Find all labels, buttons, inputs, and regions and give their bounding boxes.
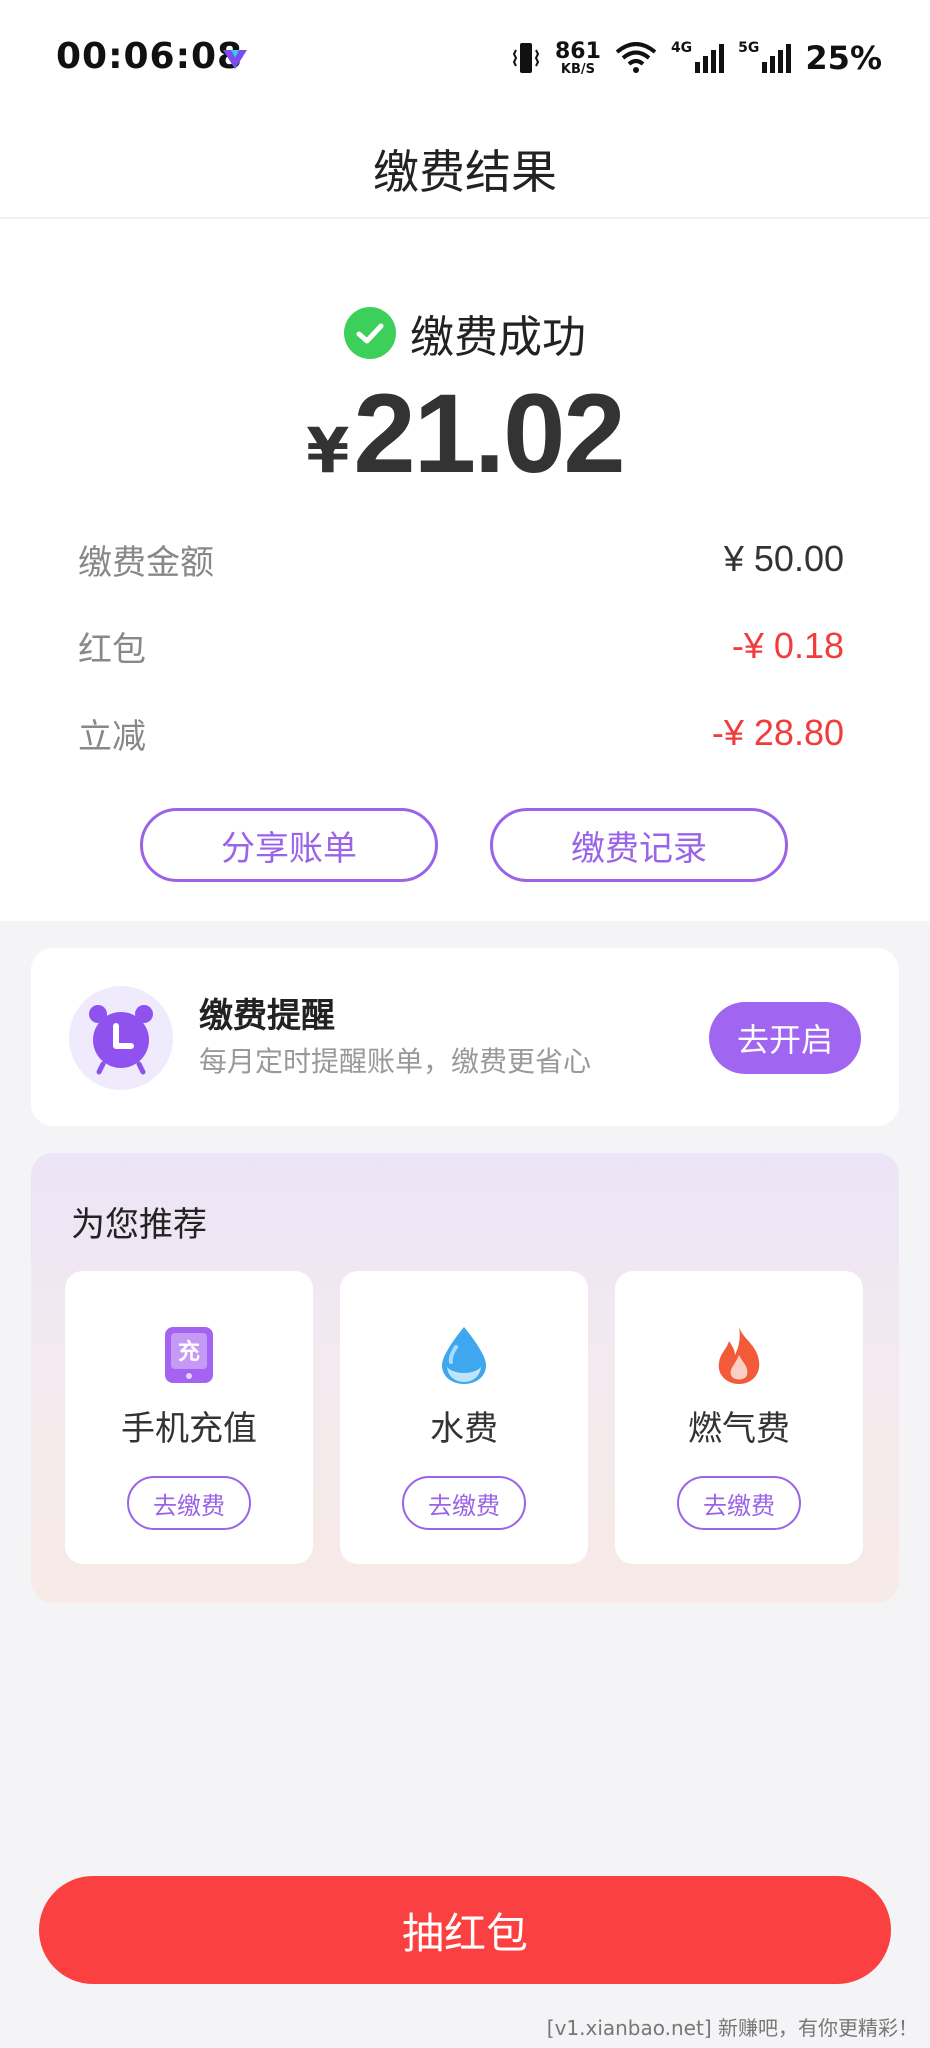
app-notification-icon — [223, 50, 247, 69]
detail-label: 红包 — [78, 629, 146, 670]
signal-4g-icon — [695, 44, 725, 73]
paid-amount: ¥ 21.02 — [0, 369, 930, 498]
recommend-name: 水费 — [430, 1409, 498, 1449]
payment-records-button[interactable]: 缴费记录 — [490, 808, 788, 882]
network-5g-label: 5G — [738, 40, 760, 56]
success-status: 缴费成功 — [0, 301, 930, 365]
recommend-title: 为您推荐 — [71, 1205, 207, 1245]
detail-row-discount: 立减 -¥ 28.80 — [78, 708, 844, 758]
flame-icon — [718, 1327, 760, 1384]
water-drop-icon — [442, 1327, 486, 1384]
recommend-section: 为您推荐 充 手机充值 去缴费 水费 去缴费 燃气费 去缴费 — [31, 1153, 899, 1603]
recommend-name: 手机充值 — [121, 1409, 257, 1449]
amount-currency: ¥ — [306, 414, 350, 487]
enable-reminder-button[interactable]: 去开启 — [709, 1002, 861, 1074]
detail-row-payment-amount: 缴费金额 ¥ 50.00 — [78, 534, 844, 584]
recommend-card-water[interactable]: 水费 去缴费 — [340, 1271, 588, 1564]
page-title: 缴费结果 — [373, 145, 557, 199]
go-pay-button[interactable]: 去缴费 — [402, 1476, 526, 1530]
success-text: 缴费成功 — [410, 312, 586, 363]
go-pay-button[interactable]: 去缴费 — [677, 1476, 801, 1530]
status-indicators: 861 KB/S 4G 5G 25% — [511, 38, 882, 78]
page-header: 缴费结果 — [0, 116, 930, 218]
network-4g-label: 4G — [670, 40, 693, 56]
detail-value: -¥ 0.18 — [731, 625, 844, 666]
detail-label: 缴费金额 — [78, 542, 214, 583]
watermark-note: [v1.xianbao.net] 新赚吧，有你更精彩！ — [546, 2016, 918, 2040]
wifi-icon — [615, 42, 657, 73]
status-bar: 00:06:08 861 KB/S 4G 5G 25% — [0, 0, 930, 116]
detail-value: -¥ 28.80 — [711, 712, 844, 753]
vibrate-icon — [512, 43, 540, 73]
detail-row-red-packet: 红包 -¥ 0.18 — [78, 621, 844, 671]
recommend-card-gas[interactable]: 燃气费 去缴费 — [615, 1271, 863, 1564]
reminder-avatar — [69, 986, 173, 1090]
network-speed-unit: KB/S — [560, 61, 596, 77]
draw-red-packet-button[interactable]: 抽红包 — [39, 1876, 891, 1984]
amount-value: 21.02 — [353, 371, 625, 496]
payment-result-card: 缴费成功 ¥ 21.02 缴费金额 ¥ 50.00 红包 -¥ 0.18 立减 … — [0, 219, 930, 921]
network-speed: 861 KB/S — [555, 38, 601, 77]
svg-text:充: 充 — [178, 1339, 200, 1365]
go-pay-button[interactable]: 去缴费 — [127, 1476, 251, 1530]
detail-value: ¥ 50.00 — [723, 538, 844, 579]
detail-label: 立减 — [78, 716, 146, 757]
reminder-subtitle: 每月定时提醒账单，缴费更省心 — [199, 1045, 592, 1078]
signal-5g-icon — [762, 44, 792, 73]
battery-level: 25% — [805, 39, 882, 77]
recommend-card-phone-recharge[interactable]: 充 手机充值 去缴费 — [65, 1271, 313, 1564]
phone-recharge-icon: 充 — [165, 1327, 213, 1383]
alarm-clock-icon — [89, 1005, 153, 1075]
recommend-name: 燃气费 — [688, 1409, 790, 1449]
status-time: 00:06:08 — [56, 36, 244, 77]
network-speed-value: 861 — [555, 38, 601, 64]
check-circle-icon — [344, 307, 396, 359]
reminder-title: 缴费提醒 — [199, 996, 335, 1036]
share-bill-button[interactable]: 分享账单 — [140, 808, 438, 882]
payment-reminder-card: 缴费提醒 每月定时提醒账单，缴费更省心 去开启 — [31, 948, 899, 1126]
